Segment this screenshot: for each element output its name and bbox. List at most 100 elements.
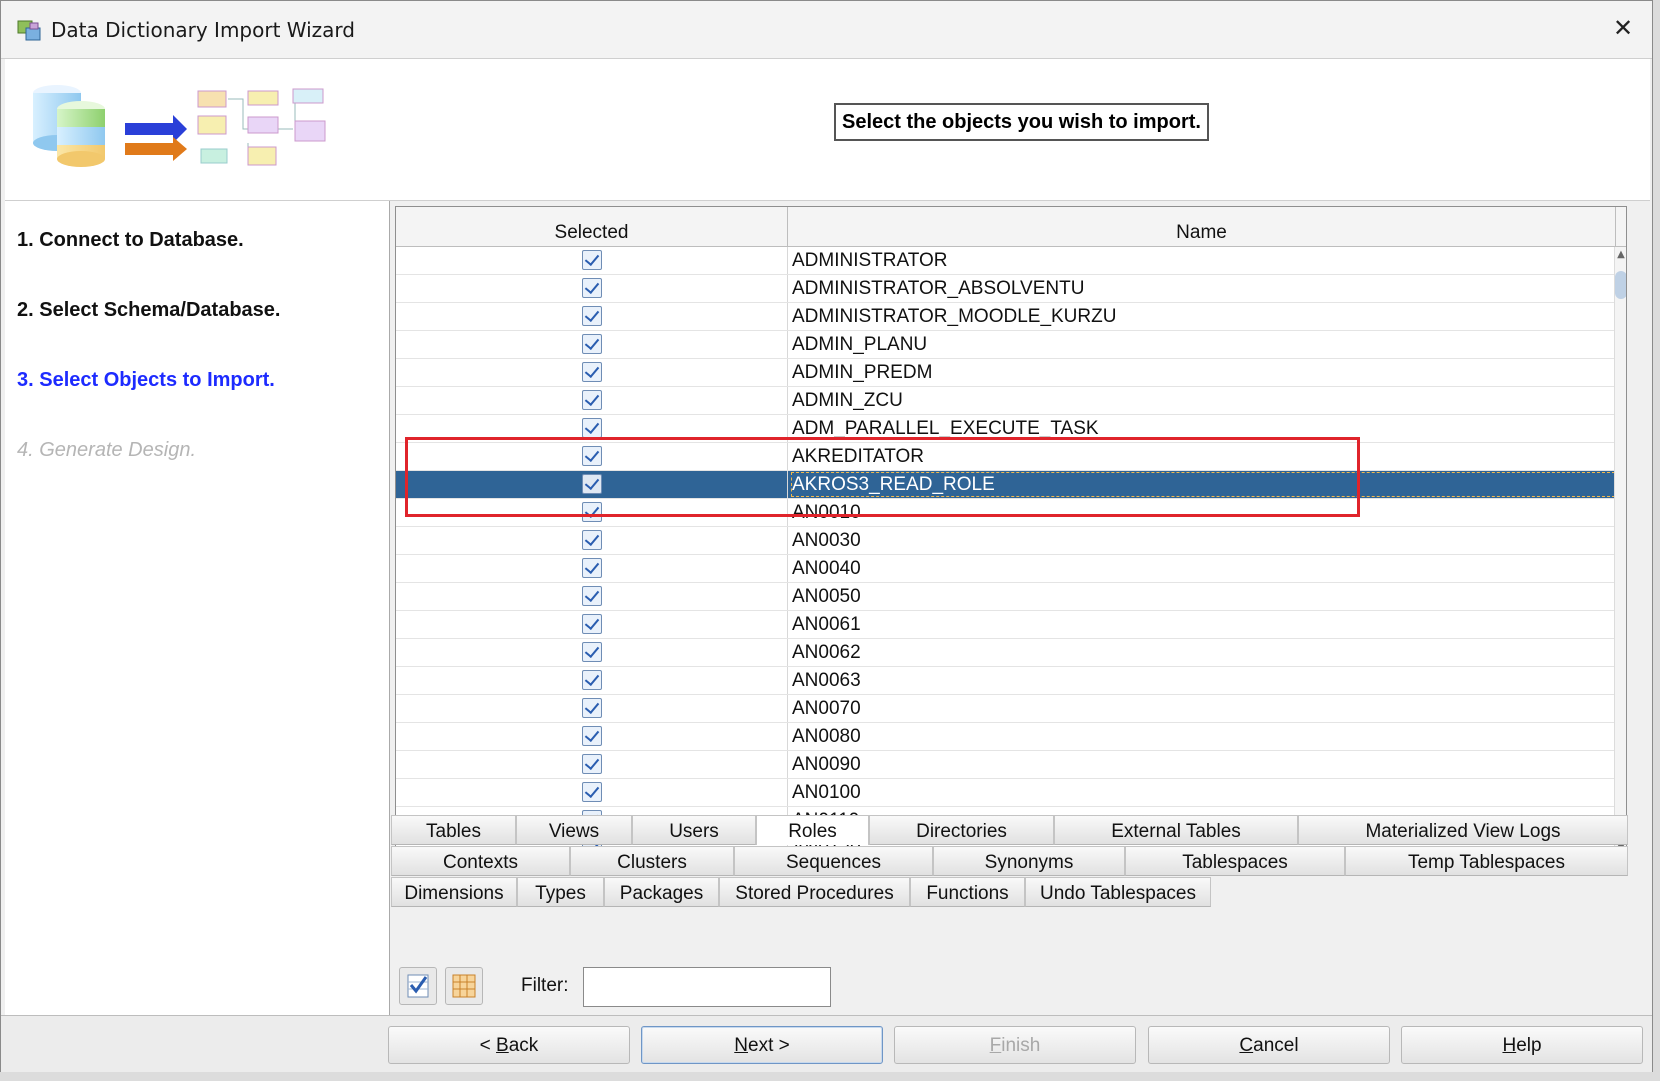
row-checkbox[interactable] <box>582 726 602 746</box>
tab-external-tables[interactable]: External Tables <box>1054 815 1298 845</box>
row-checkbox[interactable] <box>582 754 602 774</box>
select-all-button[interactable] <box>399 967 437 1005</box>
row-name: AN0080 <box>792 726 861 747</box>
table-row[interactable]: ADMINISTRATOR_ABSOLVENTU <box>396 275 1616 303</box>
wizard-banner: Select the objects you wish to import. <box>5 59 1650 201</box>
table-row[interactable]: AN0062 <box>396 639 1616 667</box>
tab-tables[interactable]: Tables <box>391 815 516 845</box>
close-button[interactable]: ✕ <box>1608 13 1638 43</box>
row-name: AN0030 <box>792 530 861 551</box>
objects-table[interactable]: Selected Name ADMINISTRATOR ADMINISTRATOR… <box>395 206 1627 855</box>
row-name: ADMIN_PREDM <box>792 362 933 383</box>
table-row[interactable]: AN0080 <box>396 723 1616 751</box>
finish-button[interactable]: Finish <box>894 1026 1136 1064</box>
tab-contexts[interactable]: Contexts <box>391 846 570 876</box>
title-bar: Data Dictionary Import Wizard ✕ <box>1 1 1652 59</box>
column-header-selected[interactable]: Selected <box>396 207 788 247</box>
object-selection-panel: Selected Name ADMINISTRATOR ADMINISTRATOR… <box>391 201 1646 1015</box>
cancel-button[interactable]: Cancel <box>1148 1026 1390 1064</box>
row-name: ADMINISTRATOR <box>792 250 948 271</box>
tab-stored-procedures[interactable]: Stored Procedures <box>719 877 910 907</box>
selected-cell <box>396 331 788 358</box>
tab-functions[interactable]: Functions <box>910 877 1025 907</box>
row-checkbox[interactable] <box>582 614 602 634</box>
table-row[interactable]: AN0050 <box>396 583 1616 611</box>
selected-cell <box>396 695 788 722</box>
table-row[interactable]: AN0070 <box>396 695 1616 723</box>
row-name: AN0040 <box>792 558 861 579</box>
wizard-steps-panel: 1. Connect to Database. 2. Select Schema… <box>5 201 390 1015</box>
table-row[interactable]: ADMIN_ZCU <box>396 387 1616 415</box>
row-name: ADMIN_ZCU <box>792 390 903 411</box>
selection-toolbar: Filter: <box>391 959 1646 1011</box>
tab-materialized-view-logs[interactable]: Materialized View Logs <box>1298 815 1628 845</box>
next-button[interactable]: Next > <box>641 1026 883 1064</box>
table-row[interactable]: AN0090 <box>396 751 1616 779</box>
instruction-label: Select the objects you wish to import. <box>834 103 1209 141</box>
row-checkbox[interactable] <box>582 334 602 354</box>
selected-cell <box>396 275 788 302</box>
row-name: AN0070 <box>792 698 861 719</box>
row-name: AN0100 <box>792 782 861 803</box>
help-button[interactable]: Help <box>1401 1026 1643 1064</box>
scrollbar-thumb[interactable] <box>1615 271 1626 299</box>
table-row[interactable]: ADMINISTRATOR <box>396 247 1616 275</box>
scroll-up-icon[interactable]: ▲ <box>1615 249 1626 260</box>
annotation-highlight-box <box>405 437 1360 517</box>
tab-users[interactable]: Users <box>632 815 756 845</box>
row-checkbox[interactable] <box>582 782 602 802</box>
selected-cell <box>396 639 788 666</box>
filter-label: Filter: <box>521 975 569 996</box>
row-checkbox[interactable] <box>582 586 602 606</box>
step-connect: 1. Connect to Database. <box>17 229 244 251</box>
tab-directories[interactable]: Directories <box>869 815 1054 845</box>
row-checkbox[interactable] <box>582 530 602 550</box>
tab-dimensions[interactable]: Dimensions <box>391 877 517 907</box>
selected-cell <box>396 611 788 638</box>
table-row[interactable]: AN0040 <box>396 555 1616 583</box>
tab-sequences[interactable]: Sequences <box>734 846 933 876</box>
tab-clusters[interactable]: Clusters <box>570 846 734 876</box>
table-row[interactable]: ADMIN_PREDM <box>396 359 1616 387</box>
row-checkbox[interactable] <box>582 418 602 438</box>
row-checkbox[interactable] <box>582 390 602 410</box>
table-row[interactable]: ADMIN_PLANU <box>396 331 1616 359</box>
table-header: Selected Name <box>396 207 1626 247</box>
back-button[interactable]: < Back <box>388 1026 630 1064</box>
table-row[interactable]: AN0063 <box>396 667 1616 695</box>
window-title: Data Dictionary Import Wizard <box>51 18 355 42</box>
tab-tablespaces[interactable]: Tablespaces <box>1125 846 1345 876</box>
row-checkbox[interactable] <box>582 306 602 326</box>
tab-packages[interactable]: Packages <box>604 877 719 907</box>
tab-row-3: Dimensions Types Packages Stored Procedu… <box>391 877 1646 907</box>
vertical-scrollbar[interactable]: ▲ ▼ <box>1614 247 1626 854</box>
row-checkbox[interactable] <box>582 250 602 270</box>
tab-temp-tablespaces[interactable]: Temp Tablespaces <box>1345 846 1628 876</box>
tab-types[interactable]: Types <box>517 877 604 907</box>
selected-cell <box>396 303 788 330</box>
deselect-all-button[interactable] <box>445 967 483 1005</box>
tab-synonyms[interactable]: Synonyms <box>933 846 1125 876</box>
row-name: AN0063 <box>792 670 861 691</box>
table-row[interactable]: AN0030 <box>396 527 1616 555</box>
row-checkbox[interactable] <box>582 670 602 690</box>
filter-input[interactable] <box>583 967 831 1007</box>
column-header-name[interactable]: Name <box>788 207 1616 247</box>
row-checkbox[interactable] <box>582 698 602 718</box>
tab-views[interactable]: Views <box>516 815 632 845</box>
app-icon <box>17 20 41 41</box>
selected-cell <box>396 247 788 274</box>
row-name: AN0062 <box>792 642 861 663</box>
row-checkbox[interactable] <box>582 558 602 578</box>
row-checkbox[interactable] <box>582 642 602 662</box>
row-checkbox[interactable] <box>582 362 602 382</box>
tab-undo-tablespaces[interactable]: Undo Tablespaces <box>1025 877 1211 907</box>
selected-cell <box>396 779 788 806</box>
table-row[interactable]: AN0061 <box>396 611 1616 639</box>
row-checkbox[interactable] <box>582 278 602 298</box>
selected-cell <box>396 555 788 582</box>
tab-roles[interactable]: Roles <box>756 815 869 845</box>
table-row[interactable]: ADMINISTRATOR_MOODLE_KURZU <box>396 303 1616 331</box>
tab-row-1: Tables Views Users Roles Directories Ext… <box>391 815 1646 845</box>
table-row[interactable]: AN0100 <box>396 779 1616 807</box>
